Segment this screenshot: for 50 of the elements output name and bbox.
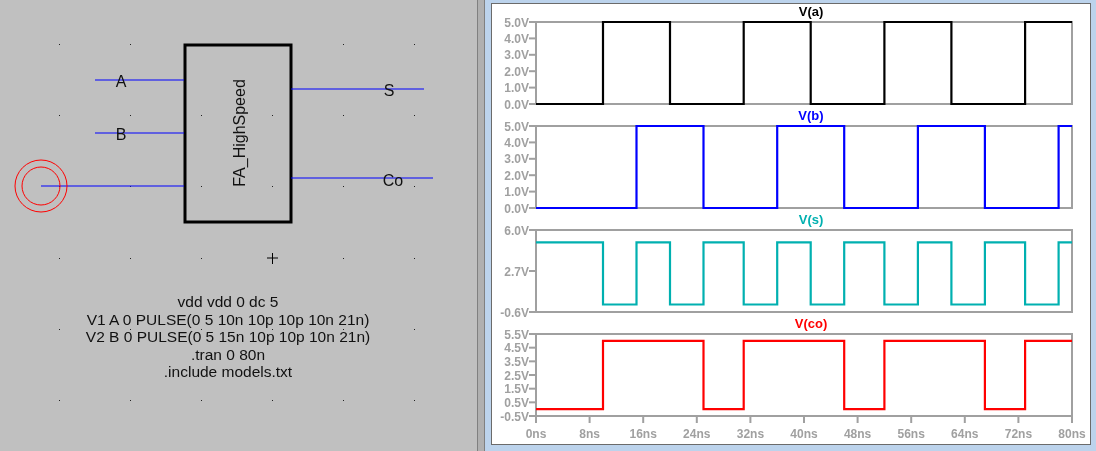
net-label: B bbox=[115, 126, 127, 143]
axis-label: 4.5V bbox=[504, 341, 529, 356]
splitter-bar[interactable] bbox=[477, 0, 485, 451]
chart-title: V(b) bbox=[798, 108, 824, 124]
net-label: S bbox=[383, 82, 395, 99]
axis-label: 0ns bbox=[525, 427, 547, 441]
axis-label: 32ns bbox=[736, 427, 765, 441]
axis-label: 40ns bbox=[790, 427, 818, 441]
axis-label: 4.0V bbox=[504, 31, 529, 46]
axis-label: 72ns bbox=[1004, 427, 1033, 441]
axis-label: 3.0V bbox=[504, 152, 529, 167]
axis-label: 0.0V bbox=[504, 201, 529, 216]
chart-title: V(s) bbox=[798, 212, 824, 228]
axis-label: 8ns bbox=[579, 427, 600, 441]
axis-label: 1.0V bbox=[504, 81, 529, 96]
axis-label: 6.0V bbox=[504, 223, 529, 238]
spice-directive: V1 A 0 PULSE(0 5 10n 10p 10p 10n 21n) bbox=[86, 310, 370, 329]
axis-label: 56ns bbox=[897, 427, 925, 441]
axis-label: 3.0V bbox=[504, 48, 529, 63]
axis-label: 2.5V bbox=[504, 368, 529, 383]
spice-directive: V2 B 0 PULSE(0 5 15n 10p 10p 10n 21n) bbox=[85, 328, 371, 346]
axis-label: 80ns bbox=[1058, 427, 1086, 441]
axis-label: 1.5V bbox=[504, 382, 529, 397]
axis-label: 4.0V bbox=[504, 135, 529, 150]
axis-label: 48ns bbox=[843, 427, 872, 441]
spice-directive: .include models.txt bbox=[163, 363, 293, 381]
axis-label: 0.0V bbox=[504, 97, 529, 112]
axis-label: -0.6V bbox=[500, 305, 529, 320]
axis-label: 64ns bbox=[951, 427, 979, 441]
crosshair-icon bbox=[266, 252, 279, 265]
block-label: FA_HighSpeed bbox=[231, 79, 248, 187]
power-flag-icon bbox=[14, 159, 68, 213]
spice-directive: vdd vdd 0 dc 5 bbox=[177, 293, 279, 311]
axis-label: 0.5V bbox=[504, 395, 529, 410]
axis-label: 24ns bbox=[683, 427, 711, 441]
axis-label: 16ns bbox=[629, 427, 657, 441]
axis-label: 2.0V bbox=[504, 168, 529, 183]
spice-directive: .tran 0 80n bbox=[190, 345, 266, 364]
chart-title: V(a) bbox=[798, 4, 824, 20]
axis-label: 2.0V bbox=[504, 64, 529, 79]
chart-title: V(co) bbox=[794, 316, 828, 332]
axis-label: 1.0V bbox=[504, 185, 529, 200]
axis-label: 5.0V bbox=[504, 15, 529, 30]
axis-label: -0.5V bbox=[500, 409, 529, 424]
axis-label: 2.7V bbox=[504, 264, 529, 279]
net-label: Co bbox=[382, 172, 404, 189]
axis-label: 5.5V bbox=[504, 327, 529, 342]
axis-label: 5.0V bbox=[504, 119, 529, 134]
net-label: A bbox=[115, 73, 127, 90]
axis-label: 3.5V bbox=[504, 354, 529, 369]
